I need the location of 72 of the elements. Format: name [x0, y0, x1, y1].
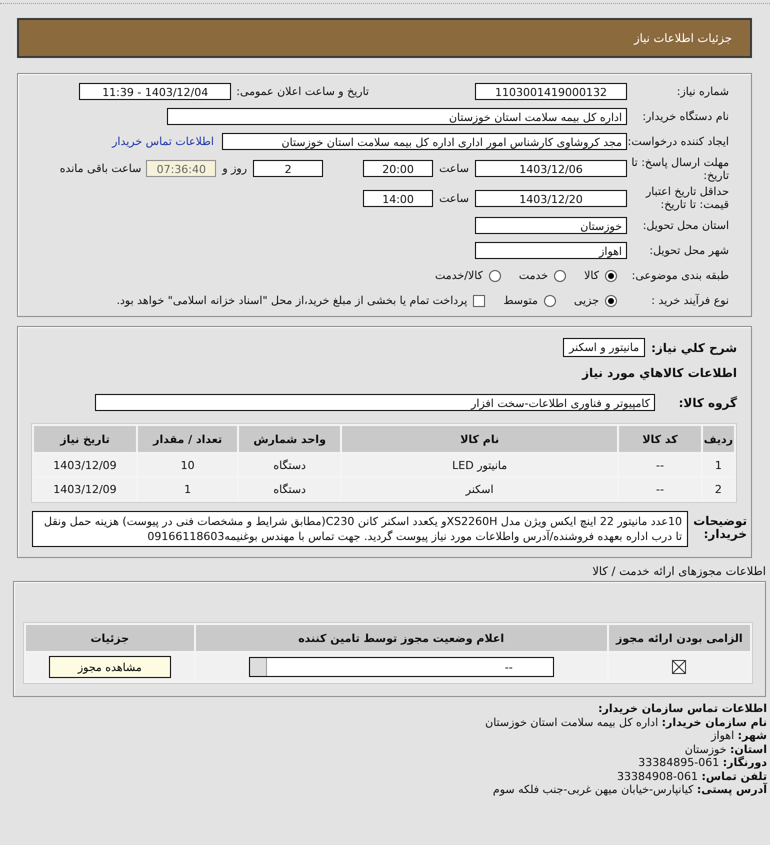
- field-value: 061-33384895: [638, 756, 720, 769]
- field-label: شهر محل تحویل:: [648, 244, 729, 257]
- input-field[interactable]: 20:00: [363, 160, 434, 177]
- field-label: ساعت: [439, 192, 469, 204]
- field-label: ساعت باقی مانده: [60, 162, 142, 175]
- section-title: اطلاعات کالاهاي مورد نیاز: [580, 366, 737, 380]
- option-label: کالا/خدمت: [435, 269, 483, 282]
- field-label: تاریخ و ساعت اعلان عمومی:: [236, 85, 369, 98]
- radio-button[interactable]: [605, 294, 617, 306]
- field-label: استان محل تحویل:: [642, 219, 729, 232]
- input-field[interactable]: 2: [253, 160, 324, 177]
- notes-text: 10عدد مانیتور 22 اینچ ایکس ویژن مدل XS2260Hو یکعدد اسکنر کانن C230(مطابق شرایط و مشخصات فنی در پیوست) هزینه حمل ونقل تا درب اداره بعهده فروشنده/آدرس واطلاعات مورد نیاز پیوست گردید. جهت تماس با مهندس بوغنیمه09166118603: [32, 511, 688, 547]
- field-label: ایجاد کننده درخواست:: [627, 135, 729, 148]
- field-value: اداره کل بیمه سلامت استان خوزستان: [485, 716, 658, 728]
- field-label: مهلت ارسال پاسخ: تا تاریخ:: [630, 156, 729, 182]
- view-license-button[interactable]: مشاهده مجوز: [48, 656, 171, 678]
- field-label: شهر:: [738, 729, 767, 742]
- column-header: تعداد / مقدار: [138, 426, 238, 452]
- column-header: کد کالا: [619, 426, 701, 452]
- input-field[interactable]: 14:00: [363, 190, 434, 206]
- column-header: اعلام وضعیت مجوز توسط تامین کننده: [196, 625, 607, 651]
- input-field[interactable]: 1403/12/20: [475, 190, 627, 206]
- field-label: توضیحات خریدار:: [692, 513, 747, 541]
- field-label: دورنگار:: [722, 756, 767, 769]
- summary-value: مانیتور و اسکنر: [563, 338, 646, 357]
- radio-button[interactable]: [544, 294, 556, 306]
- field-label: روز و: [222, 162, 248, 175]
- contact-link[interactable]: اطلاعات تماس خریدار: [112, 135, 214, 148]
- field-value: خوزستان: [684, 742, 726, 756]
- column-header: الزامی بودن ارائه مجوز: [608, 625, 750, 651]
- input-field[interactable]: کامپیوتر و فناوری اطلاعات-سخت افزار: [95, 394, 655, 411]
- input-field[interactable]: خوزستان: [475, 217, 627, 234]
- checkbox-label: پرداخت تمام یا بخشی از مبلغ خرید،از محل "اسناد خزانه اسلامی" خواهد بود.: [116, 294, 468, 307]
- input-field[interactable]: 07:36:40: [146, 160, 216, 177]
- page-title: جزئیات اطلاعات نیاز: [634, 31, 732, 45]
- column-header: نام کالا: [342, 426, 618, 452]
- field-label: ساعت: [439, 162, 469, 175]
- radio-button[interactable]: [554, 270, 566, 282]
- field-value: کیانپارس-خیابان میهن غربی-جنب فلکه سوم: [492, 783, 694, 796]
- field-label: نام دستگاه خریدار:: [641, 110, 729, 123]
- field-label: شماره نیاز:: [676, 85, 729, 98]
- section-title: اطلاعات مجوزهای ارائه خدمت / کالا: [591, 564, 766, 578]
- field-label: گروه کالا:: [678, 396, 737, 410]
- column-header: تاریخ نیاز: [34, 426, 136, 452]
- radio-button[interactable]: [488, 270, 501, 282]
- field-value: 061-33384908: [617, 770, 698, 782]
- section-title: اطلاعات تماس سازمان خریدار:: [597, 702, 767, 716]
- option-label: خدمت: [518, 269, 548, 282]
- radio-button[interactable]: [605, 270, 617, 282]
- field-label: استان:: [730, 742, 767, 756]
- field-value: اهواز: [711, 729, 734, 742]
- input-field[interactable]: 1103001419000132: [475, 83, 627, 100]
- input-field[interactable]: اداره کل بیمه سلامت استان خوزستان: [167, 108, 627, 125]
- option-label: جزیی: [574, 294, 599, 307]
- option-label: متوسط: [503, 294, 538, 307]
- option-label: کالا: [584, 269, 599, 282]
- input-field[interactable]: اهواز: [475, 242, 627, 259]
- input-field[interactable]: مجد کروشاوی کارشناس امور اداری اداره کل بیمه سلامت استان خوزستان: [222, 133, 627, 150]
- column-header: ردیف: [702, 426, 734, 452]
- input-field[interactable]: 1403/12/04 - 11:39: [79, 83, 232, 100]
- field-label: شرح کلي نیاز:: [651, 340, 737, 354]
- field-label: طبقه بندی موضوعی:: [630, 269, 729, 282]
- field-label: تلفن تماس:: [702, 770, 767, 782]
- field-label: آدرس پستی:: [696, 783, 767, 796]
- status-dropdown[interactable]: --: [248, 657, 554, 677]
- field-label: نوع فرآیند خرید :: [650, 294, 729, 307]
- column-header: جزئیات: [26, 625, 194, 651]
- field-label: حداقل تاریخ اعتبار قیمت: تا تاریخ:: [644, 185, 729, 211]
- field-label: نام سازمان خریدار:: [662, 716, 767, 728]
- checkbox[interactable]: [473, 294, 486, 306]
- input-field[interactable]: 1403/12/06: [475, 160, 627, 177]
- column-header: واحد شمارش: [239, 426, 340, 452]
